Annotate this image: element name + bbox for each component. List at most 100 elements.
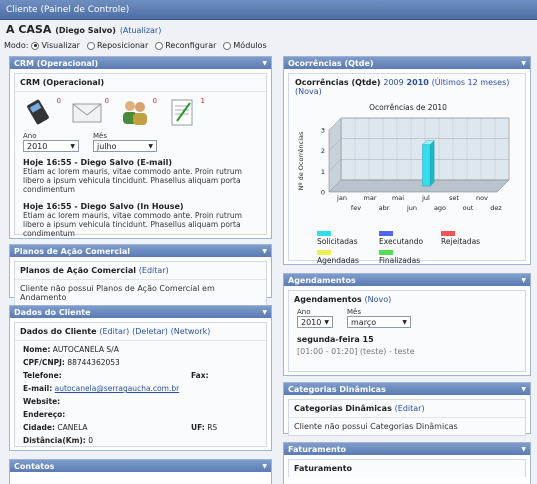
phone-icon[interactable]: 0 (23, 97, 61, 127)
dados-panel-header[interactable]: Dados do Cliente ▼ (10, 306, 271, 318)
x-tick-label: out (463, 204, 474, 212)
legend-swatch (441, 230, 455, 236)
client-details: Nome: AUTOCANELA S/A CPF/CNPJ: 887443620… (23, 345, 218, 445)
users-icon[interactable]: 0 (119, 97, 157, 127)
radio-icon (155, 41, 164, 50)
agenda-day: segunda-feira 15 (297, 335, 374, 344)
collapse-icon[interactable]: ▼ (521, 446, 526, 453)
mode-label: Modo: (4, 41, 29, 50)
legend-swatch (317, 230, 331, 236)
year-label: Ano (23, 132, 37, 140)
faturamento-panel: Faturamento ▼ Faturamento (283, 442, 531, 484)
agenda-year-select[interactable]: 2010 ▼ (297, 316, 333, 328)
novo-agendamento-link[interactable]: (Novo) (365, 295, 392, 304)
agendamentos-panel: Agendamentos ▼ Agendamentos (Novo) Ano 20… (283, 273, 531, 376)
nova-ocorrencia-link[interactable]: (Nova) (295, 87, 322, 96)
planos-inner-title: Planos de Ação Comercial (Editar) (15, 262, 266, 280)
legend-swatch (317, 249, 331, 255)
faturamento-inner-title: Faturamento (294, 464, 353, 473)
ocorrencias-chart: Ocorrências de 2010 0 1 2 3 Nº de Ocorrências… (297, 103, 510, 212)
feed-title[interactable]: Hoje 16:55 - Diego Salvo (In House) (23, 202, 258, 211)
agenda-month-select[interactable]: março ▼ (347, 316, 411, 328)
crm-inner: CRM (Operacional) 0 0 0 1 Ano 2010 ▼ Mês… (14, 73, 267, 238)
categorias-inner-title: Categorias Dinâmicas (Editar) (289, 400, 525, 418)
agendamentos-inner-title: Agendamentos (Novo) (294, 295, 392, 304)
crm-icons: 0 0 0 1 (15, 92, 266, 132)
ocorrencias-inner-title: Ocorrências (Qtde) 2009 2010 (Últimos 12… (295, 78, 510, 96)
client-email-link[interactable]: autocanela@serragaucha.com.br (55, 384, 180, 393)
month-select[interactable]: julho ▼ (93, 140, 157, 152)
client-cpf: 88744362053 (67, 358, 120, 367)
crm-panel: CRM (Operacional) ▼ CRM (Operacional) 0 0… (9, 56, 272, 239)
legend-label: Executando (379, 237, 424, 246)
categorias-edit-link[interactable]: (Editar) (395, 404, 425, 413)
agenda-event[interactable]: [01:00 - 01:20] (teste) - teste (297, 347, 517, 356)
planos-edit-link[interactable]: (Editar) (139, 266, 169, 275)
collapse-icon[interactable]: ▼ (521, 386, 526, 393)
chart-floor (328, 179, 510, 193)
planos-panel-header[interactable]: Planos de Ação Comercial ▼ (10, 245, 271, 257)
legend-item: Solicitadas (317, 228, 373, 246)
year-2010-link[interactable]: 2010 (407, 78, 429, 87)
categorias-panel-header[interactable]: Categorias Dinâmicas ▼ (284, 383, 530, 395)
legend-swatch (379, 249, 393, 255)
x-tick-label: fev (351, 204, 361, 212)
year-select[interactable]: 2010 ▼ (23, 140, 79, 152)
legend-label: Solicitadas (317, 237, 358, 246)
mode-option-reposicionar[interactable]: Reposicionar (86, 41, 148, 50)
agendamentos-panel-header[interactable]: Agendamentos ▼ (284, 274, 530, 286)
dados-edit-link[interactable]: (Editar) (99, 327, 129, 336)
x-tick-label: jun (406, 204, 417, 212)
x-tick-label: ago (434, 204, 446, 212)
chart-bar-side (429, 140, 435, 187)
x-tick-label: abr (379, 204, 390, 212)
year-2009-link[interactable]: 2009 (383, 78, 403, 87)
feed-body: Etiam ac lorem mauris, vitae commodo ant… (23, 167, 242, 194)
dados-delete-link[interactable]: (Deletar) (132, 327, 168, 336)
radio-icon (223, 41, 232, 50)
collapse-icon[interactable]: ▼ (262, 248, 267, 255)
client-distancia: 0 (88, 436, 93, 445)
agendamento-filters: Ano 2010 ▼ Mês março ▼ (289, 308, 525, 328)
mode-option-reconfigurar[interactable]: Reconfigurar (155, 41, 216, 50)
y-tick-label: 2 (321, 147, 325, 155)
client-cidade: CANELA (57, 423, 88, 432)
notes-icon[interactable]: 1 (167, 97, 205, 127)
radio-icon (86, 41, 95, 50)
contatos-panel: Contatos ▼ (9, 459, 272, 484)
collapse-icon[interactable]: ▼ (521, 60, 526, 67)
feed-title[interactable]: Hoje 16:55 - Diego Salvo (E-mail) (23, 158, 258, 167)
legend-item: Finalizadas (379, 247, 435, 265)
legend-swatch (379, 230, 393, 236)
window-title: Cliente (Painel de Controle) (0, 0, 537, 20)
dados-inner: Dados do Cliente (Editar) (Deletar) (Net… (14, 322, 267, 447)
update-link[interactable]: (Atualizar) (120, 26, 162, 35)
client-uf: RS (207, 423, 218, 432)
contatos-panel-header[interactable]: Contatos ▼ (10, 460, 271, 472)
client-name: A CASA (6, 23, 52, 36)
x-tick-label: jul (421, 194, 430, 202)
chart-title: Ocorrências de 2010 (369, 103, 447, 112)
last-12-months-link[interactable]: (Últimos 12 meses) (432, 78, 510, 87)
planos-panel: Planos de Ação Comercial ▼ Planos de Ação… (9, 244, 272, 307)
crm-filters: Ano 2010 ▼ Mês julho ▼ (15, 132, 266, 152)
faturamento-inner: Faturamento (288, 459, 526, 477)
legend-item: Agendadas (317, 247, 373, 265)
chevron-down-icon: ▼ (148, 142, 153, 150)
dados-network-link[interactable]: (Network) (171, 327, 211, 336)
mail-icon[interactable]: 0 (71, 97, 109, 127)
collapse-icon[interactable]: ▼ (262, 60, 267, 67)
ocorrencias-inner: Ocorrências (Qtde) 2009 2010 (Últimos 12… (288, 73, 526, 265)
x-tick-label: dez (490, 204, 502, 212)
legend-label: Rejeitadas (441, 237, 481, 246)
ocorrencias-panel-header[interactable]: Ocorrências (Qtde) ▼ (284, 57, 530, 69)
mode-option-modulos[interactable]: Módulos (223, 41, 267, 50)
collapse-icon[interactable]: ▼ (262, 309, 267, 316)
chart-bar (422, 144, 431, 187)
mode-option-visualizar[interactable]: Visualizar (31, 41, 80, 50)
faturamento-panel-header[interactable]: Faturamento ▼ (284, 443, 530, 455)
x-tick-label: nov (476, 194, 488, 202)
crm-panel-header[interactable]: CRM (Operacional) ▼ (10, 57, 271, 69)
collapse-icon[interactable]: ▼ (521, 277, 526, 284)
collapse-icon[interactable]: ▼ (262, 463, 267, 470)
